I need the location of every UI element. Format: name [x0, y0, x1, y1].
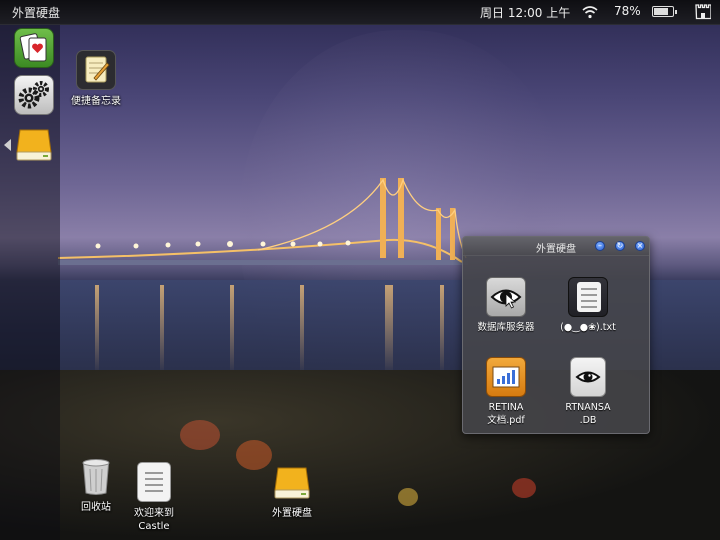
database-eye-icon — [570, 357, 606, 397]
file-item-text-file[interactable]: (●‿●❀).txt — [545, 277, 631, 334]
trash-icon — [81, 456, 111, 496]
label-line: 文档.pdf — [487, 415, 525, 426]
wallpaper-flower — [398, 488, 418, 506]
settings-gears-icon — [18, 81, 49, 109]
wallpaper-reflection — [385, 285, 393, 375]
top-menu-bar: 外置硬盘 周日 12:00 上午 78% — [0, 0, 720, 25]
file-item-rtnansa-db[interactable]: RTNANSA .DB — [545, 357, 631, 427]
file-item-label: (●‿●❀).txt — [560, 322, 616, 333]
dock-settings-button[interactable] — [14, 75, 54, 115]
desktop-icon-welcome[interactable]: 欢迎来到 Castle — [114, 462, 194, 533]
wallpaper-reflection — [95, 285, 99, 375]
wallpaper-reflection — [160, 285, 164, 375]
label-line: .DB — [579, 415, 597, 426]
wallpaper-flower — [180, 420, 220, 450]
castle-icon[interactable] — [695, 3, 711, 20]
wallpaper-reflection — [300, 285, 304, 375]
maximize-button[interactable]: ↻ — [615, 241, 625, 251]
wallpaper-flower — [512, 478, 536, 498]
file-item-label: 数据库服务器 — [477, 322, 535, 333]
label-line: RETINA — [488, 402, 524, 413]
document-icon — [137, 462, 171, 502]
desktop-icon-label: 欢迎来到 Castle — [114, 507, 194, 533]
file-item-database-server[interactable]: 数据库服务器 — [463, 277, 549, 334]
wallpaper-reflection — [440, 285, 444, 375]
external-drive-icon — [16, 129, 52, 161]
wifi-icon[interactable] — [582, 5, 598, 19]
clock[interactable]: 周日 12:00 上午 — [480, 4, 570, 21]
label-line: Castle — [138, 521, 170, 532]
desktop-icon-label: 便捷备忘录 — [71, 96, 121, 107]
desktop-icon-label: 外置硬盘 — [272, 508, 312, 519]
external-drive-window[interactable]: 外置硬盘 – ↻ × 数据库服务器 (●‿●❀).txt RETINA 文档.p… — [462, 236, 650, 434]
window-titlebar[interactable]: 外置硬盘 – ↻ × — [463, 237, 649, 256]
external-drive-icon — [272, 462, 312, 502]
battery-icon[interactable] — [652, 6, 677, 17]
desktop-icon-notes[interactable]: 便捷备忘录 — [56, 50, 136, 108]
active-app-title[interactable]: 外置硬盘 — [12, 4, 60, 21]
solitaire-cards-icon — [19, 33, 47, 62]
eye-cursor-icon — [486, 277, 526, 317]
dock-external-drive-button[interactable] — [14, 124, 54, 164]
notepad-icon — [76, 50, 116, 90]
file-item-label: RTNANSA .DB — [545, 401, 631, 427]
battery-percentage: 78% — [614, 4, 641, 18]
file-item-label: RETINA 文档.pdf — [463, 401, 549, 427]
pdf-chart-icon — [486, 357, 526, 397]
minimize-button[interactable]: – — [595, 241, 605, 251]
close-button[interactable]: × — [635, 241, 645, 251]
wallpaper-bridge — [58, 178, 468, 265]
dock-active-indicator — [4, 139, 11, 151]
desktop-icon-external-drive[interactable]: 外置硬盘 — [252, 462, 332, 520]
wallpaper-reflection — [230, 285, 234, 375]
text-file-icon — [568, 277, 608, 317]
label-line: RTNANSA — [565, 402, 611, 413]
dock-solitaire-button[interactable] — [14, 28, 54, 68]
file-item-retina-pdf[interactable]: RETINA 文档.pdf — [463, 357, 549, 427]
label-line: 欢迎来到 — [134, 508, 174, 519]
